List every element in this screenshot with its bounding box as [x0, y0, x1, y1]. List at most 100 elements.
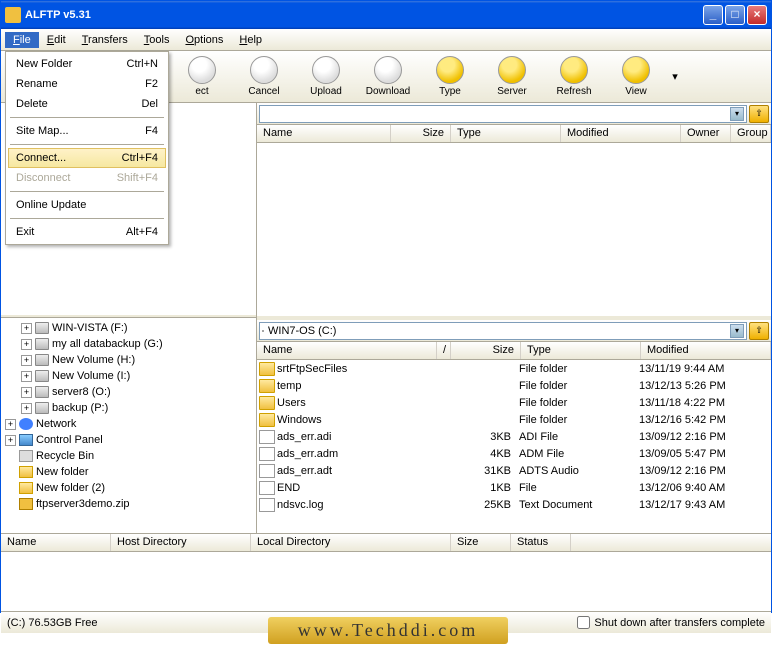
- local-col-size[interactable]: Size: [451, 342, 521, 359]
- toolbar-dropdown-icon[interactable]: ▾: [667, 70, 683, 83]
- menu-edit[interactable]: Edit: [39, 32, 74, 48]
- chevron-down-icon[interactable]: ▾: [730, 107, 744, 121]
- file-row[interactable]: END1KBFile13/12/06 9:40 AM: [257, 479, 771, 496]
- tree-item[interactable]: Recycle Bin: [3, 448, 254, 464]
- remote-col-name[interactable]: Name: [257, 125, 391, 142]
- queue-list[interactable]: [1, 552, 771, 611]
- sort-indicator[interactable]: /: [437, 342, 451, 359]
- queue-col-name[interactable]: Name: [1, 534, 111, 551]
- menuitem-connect-[interactable]: Connect...Ctrl+F4: [8, 148, 166, 168]
- expand-icon[interactable]: +: [21, 403, 32, 414]
- remote-pathbar: ▾ ⇧: [257, 103, 771, 125]
- drive-icon: [35, 354, 49, 366]
- file-row[interactable]: srtFtpSecFilesFile folder13/11/19 9:44 A…: [257, 360, 771, 377]
- expand-icon[interactable]: +: [21, 355, 32, 366]
- tree-item[interactable]: +Control Panel: [3, 432, 254, 448]
- file-row[interactable]: ads_err.adm4KBADM File13/09/05 5:47 PM: [257, 445, 771, 462]
- remote-col-size[interactable]: Size: [391, 125, 451, 142]
- local-path-text: WIN7-OS (C:): [268, 325, 336, 337]
- menu-tools[interactable]: Tools: [136, 32, 178, 48]
- tool-download[interactable]: Download: [357, 56, 419, 97]
- tree-item[interactable]: +backup (P:): [3, 400, 254, 416]
- file-row[interactable]: WindowsFile folder13/12/16 5:42 PM: [257, 411, 771, 428]
- minimize-button[interactable]: _: [703, 5, 723, 25]
- tool-server[interactable]: Server: [481, 56, 543, 97]
- menuitem-delete[interactable]: DeleteDel: [8, 94, 166, 114]
- expand-icon[interactable]: +: [21, 339, 32, 350]
- remote-col-owner[interactable]: Owner: [681, 125, 731, 142]
- folder-icon: [259, 379, 275, 393]
- local-col-modified[interactable]: Modified: [641, 342, 771, 359]
- local-pathbar: WIN7-OS (C:) ▾ ⇧: [257, 320, 771, 342]
- app-icon: [5, 7, 21, 23]
- tree-item[interactable]: +New Volume (I:): [3, 368, 254, 384]
- tree-item[interactable]: New folder (2): [3, 480, 254, 496]
- maximize-button[interactable]: □: [725, 5, 745, 25]
- remote-list-header: NameSizeTypeModifiedOwnerGroup: [257, 125, 771, 143]
- zip-icon: [19, 498, 33, 510]
- tool-refresh[interactable]: Refresh: [543, 56, 605, 97]
- queue-col-local-directory[interactable]: Local Directory: [251, 534, 451, 551]
- remote-up-button[interactable]: ⇧: [749, 105, 769, 123]
- remote-col-type[interactable]: Type: [451, 125, 561, 142]
- queue-col-host-directory[interactable]: Host Directory: [111, 534, 251, 551]
- close-button[interactable]: ×: [747, 5, 767, 25]
- local-path-combo[interactable]: WIN7-OS (C:) ▾: [259, 322, 747, 340]
- local-file-list[interactable]: srtFtpSecFilesFile folder13/11/19 9:44 A…: [257, 360, 771, 533]
- menuitem-site-map-[interactable]: Site Map...F4: [8, 121, 166, 141]
- tree-item[interactable]: +WIN-VISTA (F:): [3, 320, 254, 336]
- menu-help[interactable]: Help: [231, 32, 270, 48]
- expand-icon[interactable]: +: [21, 323, 32, 334]
- file-icon: [259, 430, 275, 444]
- tool-upload[interactable]: Upload: [295, 56, 357, 97]
- local-col-name[interactable]: Name: [257, 342, 437, 359]
- remote-col-group[interactable]: Group: [731, 125, 771, 142]
- queue-header: NameHost DirectoryLocal DirectorySizeSta…: [1, 534, 771, 552]
- fold-icon: [19, 482, 33, 494]
- queue-col-size[interactable]: Size: [451, 534, 511, 551]
- file-row[interactable]: ads_err.adi3KBADI File13/09/12 2:16 PM: [257, 428, 771, 445]
- local-tree[interactable]: +WIN-VISTA (F:)+my all databackup (G:)+N…: [1, 318, 256, 533]
- tool-view[interactable]: View: [605, 56, 667, 97]
- remote-path-combo[interactable]: ▾: [259, 105, 747, 123]
- file-row[interactable]: tempFile folder13/12/13 5:26 PM: [257, 377, 771, 394]
- tool-cancel[interactable]: Cancel: [233, 56, 295, 97]
- local-col-type[interactable]: Type: [521, 342, 641, 359]
- menu-file[interactable]: File: [5, 32, 39, 48]
- tree-item[interactable]: +Network: [3, 416, 254, 432]
- menuitem-online-update[interactable]: Online Update: [8, 195, 166, 215]
- watermark: www.Techddi.com: [0, 617, 776, 644]
- remote-col-modified[interactable]: Modified: [561, 125, 681, 142]
- app-title: ALFTP v5.31: [25, 9, 91, 21]
- net-icon: [19, 418, 33, 430]
- remote-file-list[interactable]: [257, 143, 771, 316]
- tree-item[interactable]: +my all databackup (G:): [3, 336, 254, 352]
- file-menu-dropdown: New FolderCtrl+NRenameF2DeleteDel Site Ma…: [5, 51, 169, 245]
- tree-item[interactable]: +New Volume (H:): [3, 352, 254, 368]
- menubar: FileEditTransfersToolsOptionsHelp New Fo…: [1, 29, 771, 51]
- file-row[interactable]: ndsvc.log25KBText Document13/12/17 9:43 …: [257, 496, 771, 513]
- file-icon: [259, 498, 275, 512]
- file-row[interactable]: UsersFile folder13/11/18 4:22 PM: [257, 394, 771, 411]
- expand-icon[interactable]: +: [21, 371, 32, 382]
- menuitem-new-folder[interactable]: New FolderCtrl+N: [8, 54, 166, 74]
- tool-type[interactable]: Type: [419, 56, 481, 97]
- local-up-button[interactable]: ⇧: [749, 322, 769, 340]
- tree-item[interactable]: New folder: [3, 464, 254, 480]
- tool-ect[interactable]: ect: [171, 56, 233, 97]
- expand-icon[interactable]: +: [5, 435, 16, 446]
- folder-icon: [259, 362, 275, 376]
- expand-icon[interactable]: +: [21, 387, 32, 398]
- queue-col-status[interactable]: Status: [511, 534, 571, 551]
- tree-item[interactable]: ftpserver3demo.zip: [3, 496, 254, 512]
- app-window: ALFTP v5.31 _ □ × FileEditTransfersTools…: [0, 0, 772, 613]
- drive-icon: [35, 402, 49, 414]
- expand-icon[interactable]: +: [5, 419, 16, 430]
- tree-item[interactable]: +server8 (O:): [3, 384, 254, 400]
- menu-options[interactable]: Options: [177, 32, 231, 48]
- file-row[interactable]: ads_err.adt31KBADTS Audio13/09/12 2:16 P…: [257, 462, 771, 479]
- menu-transfers[interactable]: Transfers: [74, 32, 136, 48]
- menuitem-rename[interactable]: RenameF2: [8, 74, 166, 94]
- menuitem-exit[interactable]: ExitAlt+F4: [8, 222, 166, 242]
- chevron-down-icon[interactable]: ▾: [730, 324, 744, 338]
